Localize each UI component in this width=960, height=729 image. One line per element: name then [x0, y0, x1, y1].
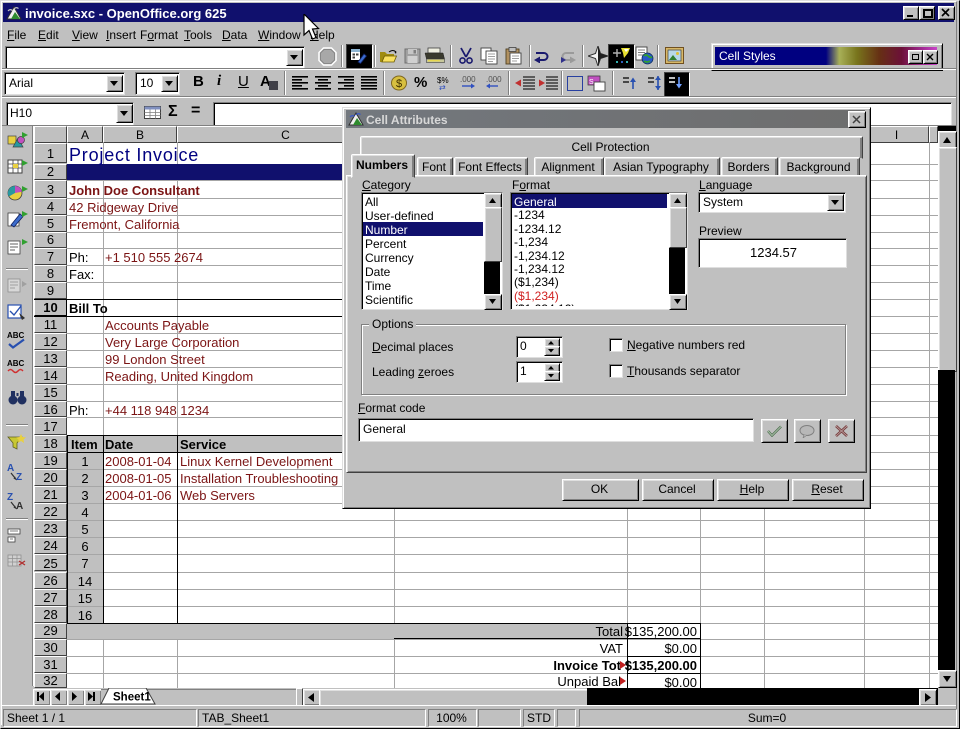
- svg-text:A: A: [7, 463, 14, 474]
- svg-text:$: $: [396, 78, 402, 90]
- svg-text:Z: Z: [16, 472, 22, 481]
- svg-text:S: S: [589, 79, 594, 86]
- svg-text:⇄: ⇄: [439, 83, 446, 90]
- svg-text:ABC: ABC: [7, 359, 25, 368]
- svg-text:ABC: ABC: [7, 331, 25, 340]
- svg-text:Z: Z: [7, 492, 13, 503]
- svg-text:.000: .000: [486, 75, 502, 84]
- svg-text:A: A: [16, 501, 23, 510]
- svg-text:Sheet1: Sheet1: [113, 692, 151, 704]
- svg-text:.000: .000: [460, 75, 476, 84]
